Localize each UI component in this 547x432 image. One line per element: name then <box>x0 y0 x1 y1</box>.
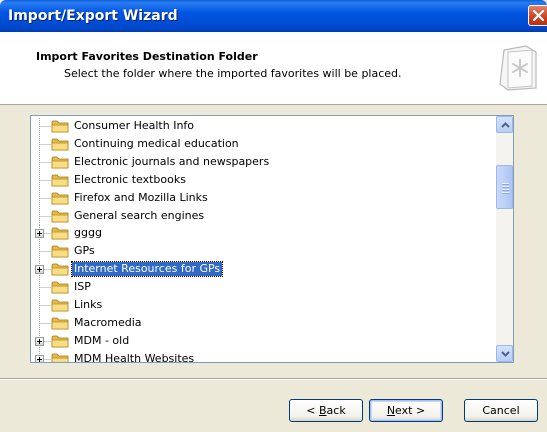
tree-item-label: General search engines <box>74 208 205 222</box>
folder-icon <box>51 209 70 227</box>
expand-toggle[interactable] <box>35 229 44 239</box>
tree-item[interactable]: Internet Resources for GPs <box>31 261 495 280</box>
header-subtitle: Select the folder where the imported fav… <box>64 67 402 80</box>
button-separator <box>0 378 547 380</box>
folder-tree[interactable]: Consumer Health Info Continuing medical e… <box>30 115 514 363</box>
folder-icon <box>51 226 70 244</box>
tree-item-label: GPs <box>74 244 95 258</box>
back-button-label: ack <box>326 404 346 417</box>
folder-icon <box>51 352 70 362</box>
back-button[interactable]: < Back <box>289 399 363 422</box>
tree-item[interactable]: Firefox and Mozilla Links <box>31 189 495 209</box>
header-title: Import Favorites Destination Folder <box>36 50 258 63</box>
tree-item[interactable]: Macromedia <box>31 314 495 334</box>
tree-item[interactable]: ISP <box>31 279 495 298</box>
tree-item[interactable]: MDM - old <box>31 332 495 352</box>
folder-icon <box>51 316 70 334</box>
tree-item-label: Links <box>74 298 103 311</box>
tree-item-label: ISP <box>74 280 91 294</box>
tree-item[interactable]: Links <box>31 297 495 316</box>
tree-item-label: Consumer Health Info <box>74 119 195 132</box>
scroll-down-button[interactable] <box>496 345 513 362</box>
tree-item[interactable]: gggg <box>31 225 495 244</box>
folder-icon <box>51 262 70 280</box>
tree-item[interactable]: Consumer Health Info <box>31 118 495 137</box>
tree-item[interactable]: General search engines <box>31 207 495 227</box>
folder-icon <box>51 173 70 191</box>
tree-item-label: Electronic textbooks <box>74 172 186 186</box>
scroll-thumb[interactable] <box>496 165 513 209</box>
folder-icon <box>51 298 70 316</box>
scroll-up-button[interactable] <box>496 116 513 133</box>
chevron-down-icon <box>501 351 510 357</box>
favorites-wizard-icon <box>499 45 537 91</box>
tree-item-label: Macromedia <box>74 315 142 329</box>
back-button-mnemonic: B <box>319 404 327 417</box>
title-bar[interactable]: Import/Export Wizard <box>0 0 547 32</box>
tree-item-label: gggg <box>74 226 102 240</box>
folder-icon <box>51 191 70 209</box>
next-button-label: ext > <box>395 404 426 417</box>
cancel-button[interactable]: Cancel <box>464 399 538 422</box>
expand-toggle[interactable] <box>35 354 44 362</box>
expand-toggle[interactable] <box>35 265 44 275</box>
tree-item-label: MDM Health Websites <box>74 351 195 363</box>
tree-item[interactable]: GPs <box>31 243 495 262</box>
folder-icon <box>51 280 70 298</box>
folder-icon <box>51 334 70 352</box>
folder-icon <box>51 155 70 173</box>
back-button-arrow: < <box>306 404 319 417</box>
tree-item[interactable]: MDM Health Websites <box>31 350 495 363</box>
next-button[interactable]: Next > <box>369 399 443 422</box>
window-title: Import/Export Wizard <box>8 8 178 24</box>
tree-item[interactable]: Electronic textbooks <box>31 171 495 191</box>
next-button-mnemonic: N <box>386 404 396 417</box>
expand-toggle[interactable] <box>35 336 44 346</box>
tree-item-label: Internet Resources for GPs <box>70 261 224 278</box>
folder-icon <box>51 244 70 262</box>
tree-item[interactable]: Electronic journals and newspapers <box>31 153 495 173</box>
tree-item-label: MDM - old <box>74 333 130 347</box>
tree-item-label: Electronic journals and newspapers <box>74 154 270 168</box>
vertical-scrollbar[interactable] <box>496 116 513 362</box>
chevron-up-icon <box>501 122 510 128</box>
tree-item-label: Firefox and Mozilla Links <box>74 190 208 204</box>
folder-icon <box>51 137 70 155</box>
close-icon <box>532 9 545 22</box>
tree-item-label: Continuing medical education <box>74 136 239 150</box>
tree-item[interactable]: Continuing medical education <box>31 135 495 155</box>
wizard-header: Import Favorites Destination Folder Sele… <box>0 32 547 105</box>
folder-icon <box>51 119 70 137</box>
close-button[interactable] <box>528 5 547 26</box>
